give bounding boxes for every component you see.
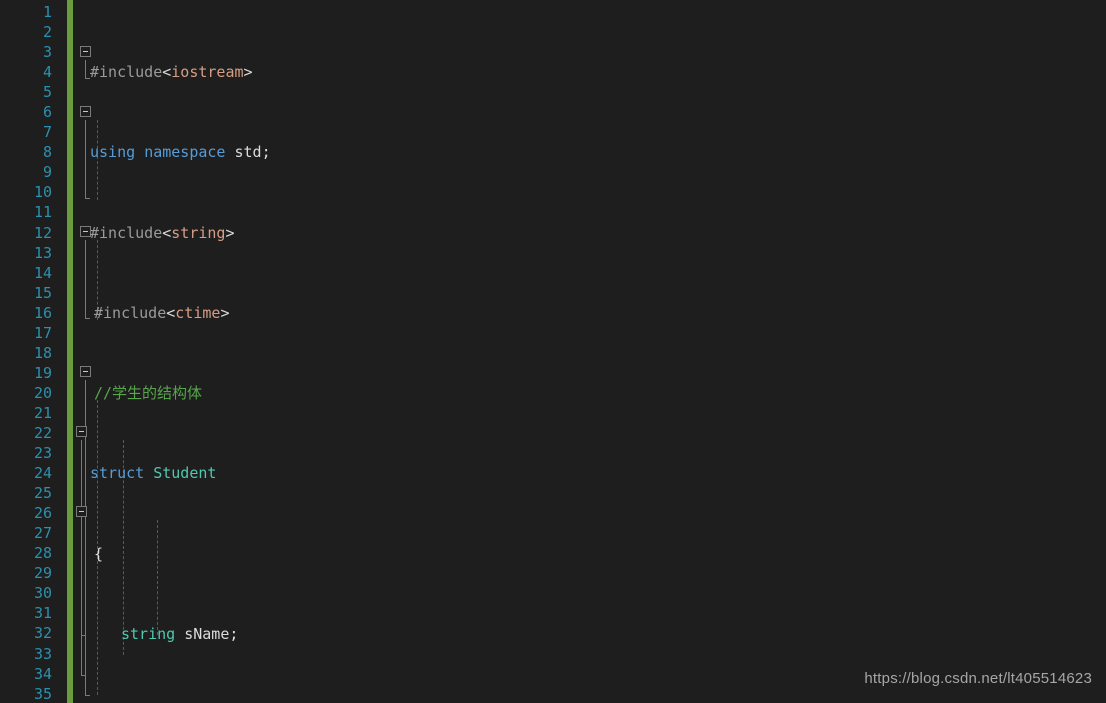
line-number: 27 [33,524,52,543]
editor-gutter: 1 2 3 4 5 6 7 8 9 10 11 12 13 14 15 16 1… [0,0,67,703]
line-number: 16 [33,303,52,322]
preprocessor-directive: #include [90,223,163,242]
line-number: 17 [33,323,52,342]
type-name-student: Student [153,464,217,483]
angle-open: < [162,223,172,242]
line-number: 25 [33,484,52,503]
preprocessor-directive: #include [94,303,167,322]
line-number: 9 [42,163,52,182]
line-number: 15 [33,283,52,302]
line-number: 8 [42,143,52,162]
code-line-4[interactable]: #include<ctime> [73,303,569,323]
include-header: iostream [171,63,244,82]
line-number: 18 [33,343,52,362]
line-number: 28 [33,544,52,563]
type-string: string [121,624,176,643]
line-number-column: 1 2 3 4 5 6 7 8 9 10 11 12 13 14 15 16 1… [0,0,52,703]
line-number: 2 [42,23,52,42]
line-number: 11 [33,203,52,222]
code-line-6[interactable]: struct Student [73,463,569,483]
keyword-namespace: namespace [144,143,226,162]
semicolon: ; [229,624,239,643]
line-number: 23 [33,444,52,463]
field-sname: sName [184,624,230,643]
line-number: 26 [33,504,52,523]
code-editor-window[interactable]: 1 2 3 4 5 6 7 8 9 10 11 12 13 14 15 16 1… [0,0,1106,703]
preprocessor-directive: #include [90,63,163,82]
angle-close: > [220,303,230,322]
semicolon: ; [261,143,271,162]
identifier-std: std [234,143,262,162]
line-number: 21 [33,403,52,422]
include-header: string [171,223,226,242]
line-number: 6 [42,103,52,122]
line-number: 22 [33,423,52,442]
angle-close: > [243,63,253,82]
line-number: 32 [33,624,52,643]
code-line-2[interactable]: using namespace std; [73,142,569,162]
line-number: 12 [33,223,52,242]
code-line-8[interactable]: string sName; [73,624,569,644]
angle-close: > [225,223,235,242]
line-number: 24 [33,464,52,483]
line-number: 5 [42,83,52,102]
line-number: 34 [33,664,52,683]
line-number: 7 [42,123,52,142]
line-number: 30 [33,584,52,603]
line-number: 33 [33,644,52,663]
code-line-7[interactable]: { [73,544,569,564]
code-line-5[interactable]: //学生的结构体 [73,383,569,403]
line-number: 31 [33,604,52,623]
brace-open: { [94,544,104,563]
angle-open: < [162,63,172,82]
blog-watermark: https://blog.csdn.net/lt405514623 [864,670,1092,687]
keyword-using: using [90,143,136,162]
line-number: 3 [42,43,52,62]
comment-student-struct: //学生的结构体 [94,384,203,403]
line-number: 14 [33,263,52,282]
keyword-struct: struct [90,464,145,483]
source-code-text[interactable]: #include<iostream> using namespace std; … [73,2,569,703]
line-number: 29 [33,564,52,583]
line-number: 20 [33,383,52,402]
line-number: 13 [33,243,52,262]
code-line-1[interactable]: #include<iostream> [73,62,569,82]
line-number: 19 [33,363,52,382]
angle-open: < [166,303,176,322]
line-number: 1 [42,3,52,21]
include-header: ctime [175,303,221,322]
code-line-3[interactable]: #include<string> [73,223,569,243]
line-number: 10 [33,183,52,202]
line-number: 4 [42,63,52,82]
line-number: 35 [33,684,52,703]
code-content-area[interactable]: #include<iostream> using namespace std; … [73,0,1106,703]
